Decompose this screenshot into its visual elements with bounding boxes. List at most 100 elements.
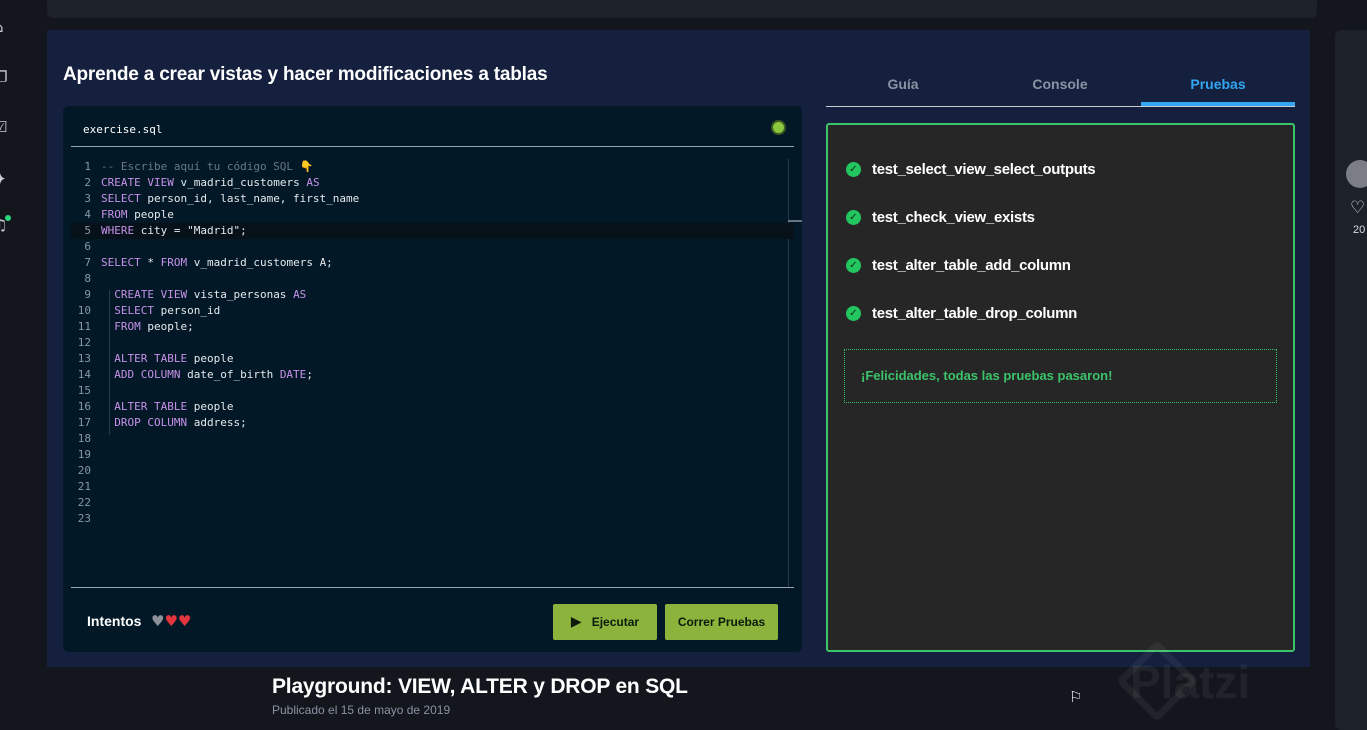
sparkles-icon[interactable]: ✦ (0, 170, 12, 188)
code-line[interactable]: 12 (71, 335, 794, 351)
code-line[interactable]: 8 (71, 271, 794, 287)
check-icon: ✓ (846, 305, 861, 321)
code-line[interactable]: 7 SELECT * FROM v_madrid_customers A; (71, 255, 794, 271)
avatar[interactable] (1346, 160, 1367, 188)
code-line[interactable]: 15 (71, 383, 794, 399)
heart-empty-icon: ♥ (151, 612, 165, 630)
code-line[interactable]: 2 CREATE VIEW v_madrid_customers AS (71, 175, 794, 191)
code-token: person_id (160, 304, 221, 317)
platzi-watermark: Platzi (1130, 656, 1251, 708)
attempts-hearts: ♥♥♥ (151, 612, 191, 630)
test-name: test_select_view_select_outputs (872, 160, 1096, 178)
line-content: ADD COLUMN date_of_birth DATE; (101, 367, 313, 383)
success-message: ¡Felicidades, todas las pruebas pasaron! (861, 368, 1113, 383)
run-button[interactable]: ▶ Ejecutar (553, 604, 657, 640)
line-number: 14 (77, 368, 91, 381)
check-icon: ✓ (846, 209, 861, 225)
code-line[interactable]: 5 WHERE city = "Madrid"; (71, 223, 794, 239)
code-line[interactable]: 17 DROP COLUMN address; (71, 415, 794, 431)
test-item: ✓ test_alter_table_drop_column (846, 303, 1077, 323)
test-item: ✓ test_alter_table_add_column (846, 255, 1071, 275)
playground-stage: Aprende a crear vistas y hacer modificac… (47, 30, 1310, 667)
code-line[interactable]: 10 SELECT person_id (71, 303, 794, 319)
flag-icon[interactable]: ⚐ (1069, 688, 1082, 706)
layers-icon[interactable]: ❐ (0, 68, 12, 86)
line-content: ALTER TABLE people (101, 351, 233, 367)
code-token: people (134, 208, 174, 221)
line-number: 8 (84, 272, 91, 285)
home-icon[interactable]: ⌂ (0, 18, 12, 36)
code-line[interactable]: 23 (71, 511, 794, 527)
tab-console[interactable]: Console (983, 76, 1137, 92)
code-line[interactable]: 21 (71, 479, 794, 495)
line-content: DROP COLUMN address; (101, 415, 247, 431)
code-token: address; (193, 416, 247, 429)
code-line[interactable]: 13 ALTER TABLE people (71, 351, 794, 367)
notification-dot (5, 215, 11, 221)
code-token: CREATE VIEW (101, 176, 181, 189)
test-name: test_alter_table_add_column (872, 256, 1071, 274)
code-token: FROM (101, 208, 135, 221)
side-card (1335, 30, 1367, 730)
line-number: 6 (84, 240, 91, 253)
line-number: 1 (84, 160, 91, 173)
code-token: FROM (101, 320, 148, 333)
code-token: ADD COLUMN (101, 368, 188, 381)
test-results-panel: ✓ test_select_view_select_outputs ✓ test… (826, 123, 1295, 652)
play-icon: ▶ (570, 614, 582, 630)
code-token: city = "Madrid"; (140, 224, 247, 237)
code-token: vista_personas (193, 288, 294, 301)
line-number: 17 (77, 416, 91, 429)
code-token: DROP COLUMN (101, 416, 194, 429)
editor-footer-divider (71, 587, 794, 588)
line-number: 22 (77, 496, 91, 509)
line-content: CREATE VIEW vista_personas AS (101, 287, 306, 303)
tab-guide[interactable]: Guía (826, 76, 980, 92)
file-tab[interactable]: exercise.sql (83, 123, 162, 136)
code-line[interactable]: 6 (71, 239, 794, 255)
line-number: 16 (77, 400, 91, 413)
line-number: 3 (84, 192, 91, 205)
code-line[interactable]: 19 (71, 447, 794, 463)
line-content: SELECT * FROM v_madrid_customers A; (101, 255, 333, 271)
checklist-icon[interactable]: ☑ (0, 118, 12, 136)
line-number: 12 (77, 336, 91, 349)
code-line[interactable]: 14 ADD COLUMN date_of_birth DATE; (71, 367, 794, 383)
like-count: 20 (1353, 224, 1366, 236)
run-tests-button[interactable]: Correr Pruebas (665, 604, 778, 640)
top-bar (47, 0, 1317, 18)
code-line[interactable]: 4 FROM people (71, 207, 794, 223)
code-line[interactable]: 11 FROM people; (71, 319, 794, 335)
code-line[interactable]: 22 (71, 495, 794, 511)
code-token: ; (306, 368, 313, 381)
code-token: ALTER TABLE (101, 352, 194, 365)
code-token: people (193, 400, 234, 413)
code-line[interactable]: 9 CREATE VIEW vista_personas AS (71, 287, 794, 303)
attempts-label: Intentos (87, 613, 142, 629)
heart-icon[interactable]: ♡ (1350, 198, 1365, 218)
line-number: 15 (77, 384, 91, 397)
code-line[interactable]: 18 (71, 431, 794, 447)
code-token: SELECT (101, 256, 148, 269)
code-token: person_id, last_name, first_name (147, 192, 360, 205)
publish-date: Publicado el 15 de mayo de 2019 (272, 703, 451, 717)
line-content: ALTER TABLE people (101, 399, 233, 415)
code-line[interactable]: 3 SELECT person_id, last_name, first_name (71, 191, 794, 207)
code-token: WHERE (101, 224, 141, 237)
code-token: ALTER TABLE (101, 400, 194, 413)
code-token: AS (293, 288, 307, 301)
code-line[interactable]: 1 -- Escribe aquí tu código SQL 👇 (71, 159, 794, 175)
line-number: 23 (77, 512, 91, 525)
panel-tabs: Guía Console Pruebas (826, 66, 1295, 107)
test-item: ✓ test_select_view_select_outputs (846, 159, 1096, 179)
code-line[interactable]: 16 ALTER TABLE people (71, 399, 794, 415)
tab-tests[interactable]: Pruebas (1141, 76, 1295, 92)
code-line[interactable]: 20 (71, 463, 794, 479)
line-number: 10 (77, 304, 91, 317)
check-icon: ✓ (846, 161, 861, 177)
code-token: FROM (160, 256, 194, 269)
line-number: 5 (84, 224, 91, 237)
success-message-box: ¡Felicidades, todas las pruebas pasaron! (844, 349, 1277, 403)
code-token: people (193, 352, 234, 365)
code-area[interactable]: 1 -- Escribe aquí tu código SQL 👇 2 CREATE … (71, 159, 802, 587)
